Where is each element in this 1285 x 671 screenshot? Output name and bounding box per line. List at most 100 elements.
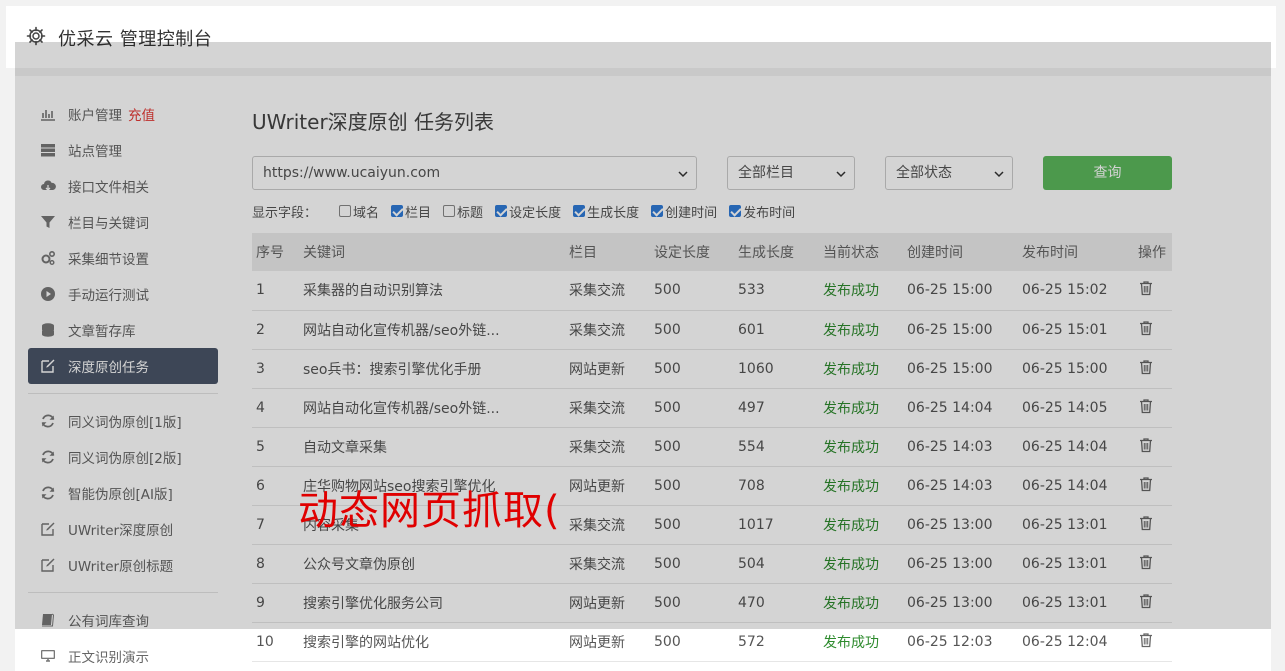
checkbox-icon[interactable]: [651, 205, 664, 217]
sidebar-item-label: 采集细节设置: [68, 252, 149, 268]
table-cell: 发布成功: [819, 427, 903, 467]
checkbox-icon[interactable]: [391, 205, 404, 217]
table-cell-actions: [1134, 505, 1172, 545]
sidebar-item[interactable]: 接口文件相关: [28, 168, 218, 204]
sidebar-item[interactable]: 同义词伪原创[1版]: [28, 403, 218, 439]
trash-icon[interactable]: [1138, 320, 1154, 336]
database-icon: [40, 322, 56, 338]
checkbox-icon[interactable]: [339, 205, 352, 217]
table-cell: 采集交流: [565, 388, 650, 428]
field-checkbox[interactable]: 域名: [339, 202, 379, 221]
sidebar-item-label: 深度原创任务: [68, 360, 149, 376]
trash-icon[interactable]: [1138, 359, 1154, 375]
sidebar-item-label: 正文识别演示: [68, 650, 149, 666]
field-checkbox[interactable]: 生成长度: [573, 202, 639, 221]
table-row: 3 seo兵书：搜索引擎优化手册 网站更新 500 1060 发布成功 06-25 15:0…: [252, 349, 1172, 389]
page-title: UWriter深度原创 任务列表: [252, 110, 495, 134]
display-fields: 显示字段： 域名 栏目 标题 设定长度 生成长度 创建时间 发布时间: [252, 202, 807, 221]
column-select[interactable]: 全部栏目: [727, 156, 855, 190]
recharge-link[interactable]: 充值: [128, 104, 155, 124]
table-row: 2 网站自动化宣传机器/seo外链... 采集交流 500 601 发布成功 06-25 1…: [252, 310, 1172, 350]
top-bar: 优采云 管理控制台: [6, 6, 1276, 68]
table-header-cell: 序号: [252, 233, 299, 271]
table-header-cell: 当前状态: [819, 233, 903, 271]
status-select[interactable]: 全部状态: [885, 156, 1013, 190]
sidebar-item[interactable]: 站点管理: [28, 132, 218, 168]
app-title: 优采云 管理控制台: [58, 29, 213, 50]
sidebar-item[interactable]: 栏目与关键词: [28, 204, 218, 240]
table-cell: 06-25 12:03: [903, 622, 1018, 662]
trash-icon[interactable]: [1138, 280, 1154, 296]
table-row: 5 自动文章采集 采集交流 500 554 发布成功 06-25 14:03 06-25 14…: [252, 427, 1172, 467]
play-circle-icon: [40, 286, 56, 302]
table-cell: 8: [252, 544, 299, 584]
sidebar-item[interactable]: 同义词伪原创[2版]: [28, 439, 218, 475]
trash-icon[interactable]: [1138, 476, 1154, 492]
refresh-icon: [40, 449, 56, 465]
table-cell-actions: [1134, 271, 1172, 311]
checkbox-icon[interactable]: [573, 205, 586, 217]
query-button[interactable]: 查询: [1043, 156, 1172, 190]
checkbox-icon[interactable]: [729, 205, 742, 217]
trash-icon[interactable]: [1138, 398, 1154, 414]
sidebar-item[interactable]: 智能伪原创[AI版]: [28, 475, 218, 511]
table-cell: 572: [734, 622, 819, 662]
table-header-cell: 栏目: [565, 233, 650, 271]
table-cell: 发布成功: [819, 505, 903, 545]
table-cell: 发布成功: [819, 388, 903, 428]
field-checkbox-label: 栏目: [405, 205, 432, 221]
sidebar-item[interactable]: 文章暂存库: [28, 312, 218, 348]
table-cell: 06-25 12:04: [1018, 622, 1134, 662]
edit-icon: [40, 358, 56, 374]
field-checkbox[interactable]: 设定长度: [495, 202, 561, 221]
table-cell: 06-25 13:01: [1018, 583, 1134, 623]
table-cell: 06-25 13:01: [1018, 505, 1134, 545]
sidebar-item-label: 手动运行测试: [68, 288, 149, 304]
checkbox-icon[interactable]: [495, 205, 508, 217]
sidebar-item[interactable]: 公有词库查询: [28, 602, 218, 638]
site-select[interactable]: https://www.ucaiyun.com: [252, 156, 697, 190]
field-checkbox[interactable]: 发布时间: [729, 202, 795, 221]
table-cell: 采集交流: [565, 310, 650, 350]
table-cell: 06-25 14:04: [1018, 466, 1134, 506]
field-checkbox-label: 设定长度: [509, 205, 562, 221]
trash-icon[interactable]: [1138, 515, 1154, 531]
field-checkbox[interactable]: 创建时间: [651, 202, 717, 221]
sidebar-item[interactable]: 采集细节设置: [28, 240, 218, 276]
chevron-down-icon: [678, 171, 688, 178]
table-cell: 搜索引擎的网站优化: [299, 622, 565, 662]
book-icon: [40, 612, 56, 628]
trash-icon[interactable]: [1138, 632, 1154, 648]
table-cell: 采集器的自动识别算法: [299, 271, 565, 311]
table-cell: 497: [734, 388, 819, 428]
sidebar-item[interactable]: 正文识别演示: [28, 638, 218, 671]
trash-icon[interactable]: [1138, 554, 1154, 570]
table-header-cell: 生成长度: [734, 233, 819, 271]
field-checkbox[interactable]: 标题: [443, 202, 483, 221]
table-row: 1 采集器的自动识别算法 采集交流 500 533 发布成功 06-25 15:00 06-2…: [252, 271, 1172, 311]
table-cell-actions: [1134, 310, 1172, 350]
table-header-cell: 设定长度: [650, 233, 734, 271]
trash-icon[interactable]: [1138, 437, 1154, 453]
sidebar-divider: [28, 592, 218, 593]
table-cell: 500: [650, 505, 734, 545]
sidebar: 账户管理 充值 站点管理 接口文件相关 栏目与关键词采集细节设置 手动运行测试文章暂存库深…: [28, 96, 218, 671]
table-cell-actions: [1134, 349, 1172, 389]
table-cell: 网站更新: [565, 622, 650, 662]
table-cell: 500: [650, 310, 734, 350]
sidebar-item[interactable]: UWriter原创标题: [28, 547, 218, 583]
main-content: UWriter深度原创 任务列表 https://www.ucaiyun.com…: [252, 96, 1172, 662]
field-checkbox[interactable]: 栏目: [391, 202, 431, 221]
site-select-value: https://www.ucaiyun.com: [263, 165, 441, 181]
server-icon: [40, 142, 56, 158]
table-cell: 500: [650, 583, 734, 623]
table-header-cell: 发布时间: [1018, 233, 1134, 271]
sidebar-item[interactable]: 手动运行测试: [28, 276, 218, 312]
sidebar-item[interactable]: 账户管理 充值: [28, 96, 218, 132]
trash-icon[interactable]: [1138, 593, 1154, 609]
checkbox-icon[interactable]: [443, 205, 456, 217]
sidebar-item[interactable]: 深度原创任务: [28, 348, 218, 384]
sidebar-item[interactable]: UWriter深度原创: [28, 511, 218, 547]
table-cell: 1017: [734, 505, 819, 545]
table-cell: 06-25 15:00: [903, 271, 1018, 311]
